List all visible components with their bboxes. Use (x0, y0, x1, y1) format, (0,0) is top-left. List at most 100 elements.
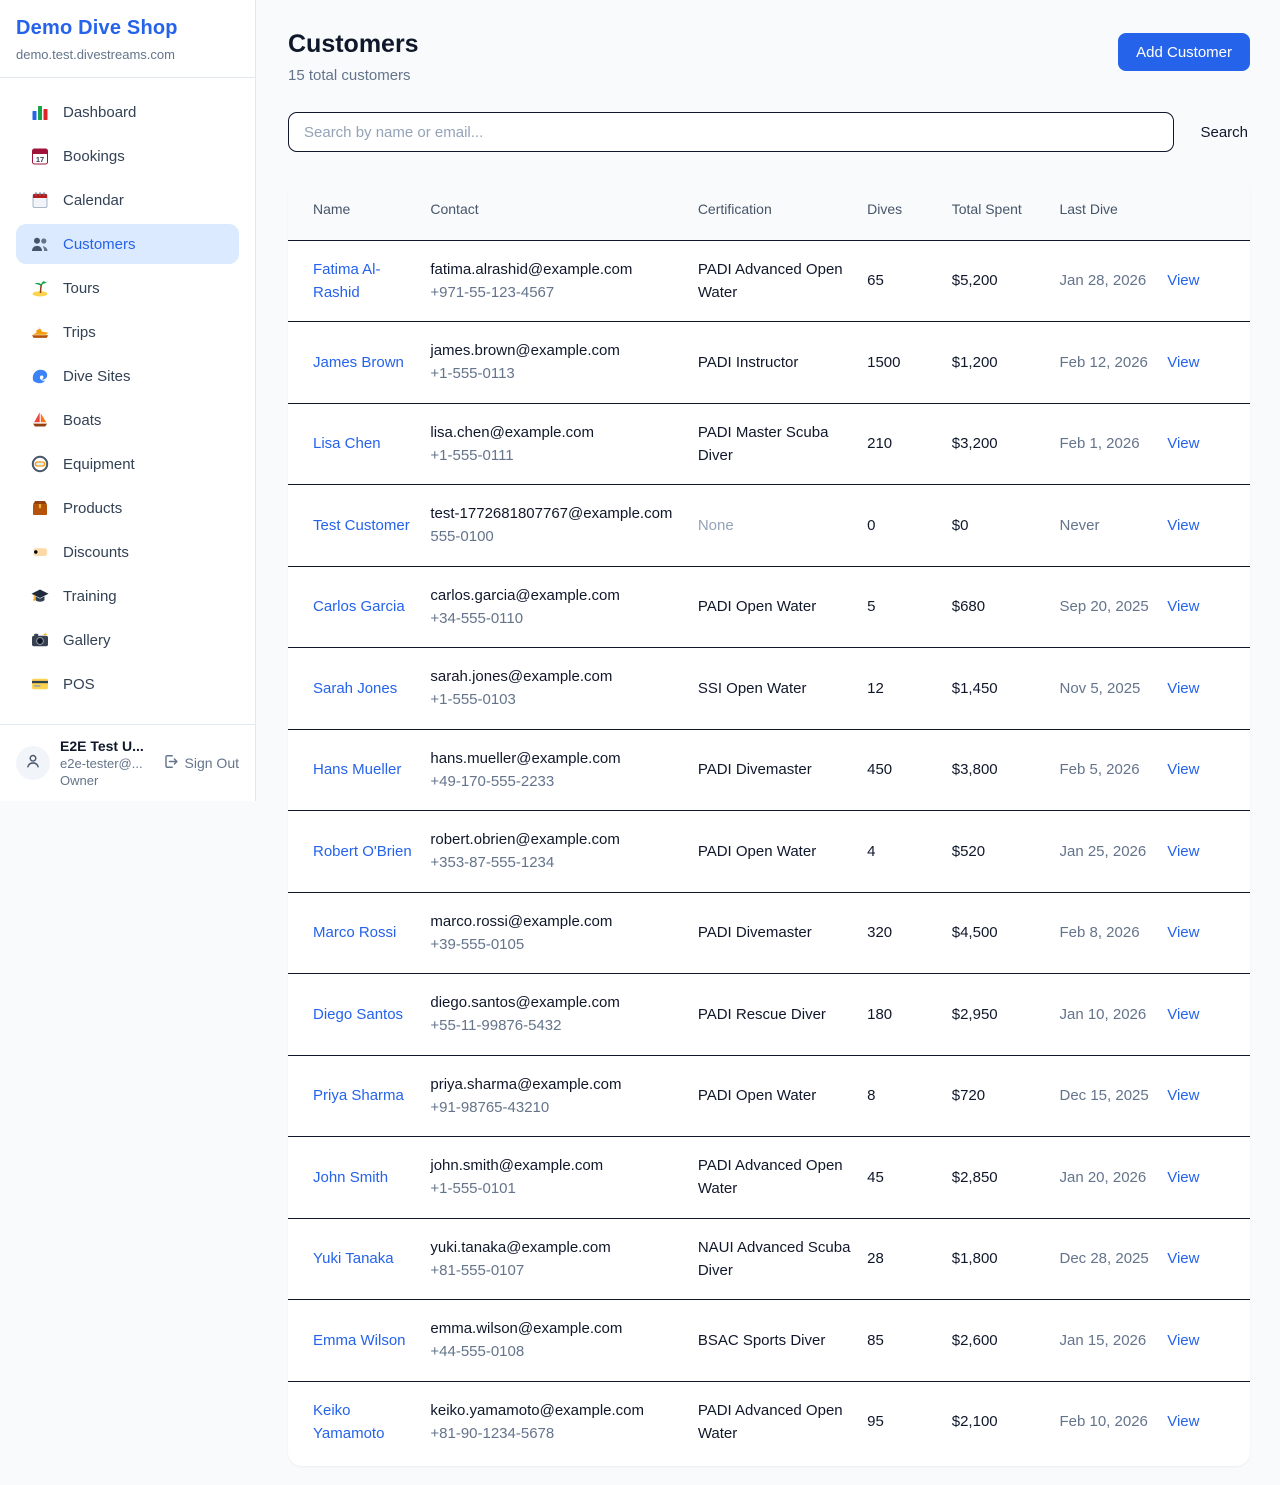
sidebar-item-gallery[interactable]: Gallery (16, 620, 239, 660)
add-customer-button[interactable]: Add Customer (1118, 33, 1250, 71)
sidebar-item-customers[interactable]: Customers (16, 224, 239, 264)
customer-contact-cell: james.brown@example.com+1-555-0113 (430, 322, 697, 404)
customer-contact-cell: priya.sharma@example.com+91-98765-43210 (430, 1055, 697, 1137)
customer-name-link[interactable]: Lisa Chen (313, 435, 381, 452)
customer-certification: PADI Open Water (698, 598, 816, 615)
table-row: Keiko Yamamotokeiko.yamamoto@example.com… (288, 1381, 1250, 1462)
sidebar-item-boats[interactable]: Boats (16, 400, 239, 440)
search-button[interactable]: Search (1198, 118, 1250, 147)
view-link[interactable]: View (1167, 435, 1199, 452)
view-link[interactable]: View (1167, 272, 1199, 289)
customer-name-link[interactable]: Emma Wilson (313, 1332, 406, 1349)
customer-phone: +1-555-0103 (430, 688, 685, 711)
sidebar-item-training[interactable]: Training (16, 576, 239, 616)
customer-name-link[interactable]: Keiko Yamamoto (313, 1402, 384, 1442)
dive-mask-icon (30, 454, 50, 474)
sign-out-button[interactable]: Sign Out (162, 753, 239, 773)
view-link[interactable]: View (1167, 354, 1199, 371)
view-link[interactable]: View (1167, 598, 1199, 615)
customer-dives-cell: 450 (867, 729, 952, 811)
customer-total-spent-cell: $2,950 (952, 974, 1060, 1056)
customer-total-spent-cell: $680 (952, 566, 1060, 648)
search-input[interactable] (288, 112, 1174, 152)
view-link[interactable]: View (1167, 1087, 1199, 1104)
sidebar-item-dashboard[interactable]: Dashboard (16, 92, 239, 132)
customer-view-cell: View (1167, 403, 1250, 485)
customer-certification: PADI Advanced Open Water (698, 261, 843, 301)
customer-last-dive-cell: Nov 5, 2025 (1059, 648, 1167, 730)
customer-dives-cell: 12 (867, 648, 952, 730)
customer-contact-cell: carlos.garcia@example.com+34-555-0110 (430, 566, 697, 648)
customer-phone: +91-98765-43210 (430, 1096, 685, 1119)
customer-last-dive-cell: Feb 8, 2026 (1059, 892, 1167, 974)
sidebar-item-label: Calendar (63, 192, 124, 209)
customer-certification: NAUI Advanced Scuba Diver (698, 1239, 851, 1279)
sidebar-item-equipment[interactable]: Equipment (16, 444, 239, 484)
customer-phone: +971-55-123-4567 (430, 281, 685, 304)
customer-total-spent-cell: $4,500 (952, 892, 1060, 974)
customer-name-link[interactable]: Yuki Tanaka (313, 1250, 394, 1267)
customer-certification-cell: PADI Rescue Diver (698, 974, 867, 1056)
customer-dives-cell: 0 (867, 485, 952, 567)
page-title: Customers (288, 30, 419, 59)
view-link[interactable]: View (1167, 924, 1199, 941)
sidebar-item-trips[interactable]: Trips (16, 312, 239, 352)
customer-name-link[interactable]: Test Customer (313, 517, 410, 534)
sidebar-item-calendar[interactable]: Calendar (16, 180, 239, 220)
customer-name-link[interactable]: Priya Sharma (313, 1087, 404, 1104)
table-row: Marco Rossimarco.rossi@example.com+39-55… (288, 892, 1250, 974)
view-link[interactable]: View (1167, 843, 1199, 860)
customer-total-spent-cell: $0 (952, 485, 1060, 567)
view-link[interactable]: View (1167, 517, 1199, 534)
customer-certification-cell: BSAC Sports Diver (698, 1300, 867, 1382)
customer-name-cell: Hans Mueller (288, 729, 430, 811)
view-link[interactable]: View (1167, 1413, 1199, 1430)
customer-view-cell: View (1167, 1218, 1250, 1300)
column-header-last-dive: Last Dive (1059, 178, 1167, 240)
view-link[interactable]: View (1167, 1332, 1199, 1349)
customer-name-link[interactable]: Carlos Garcia (313, 598, 405, 615)
customer-view-cell: View (1167, 322, 1250, 404)
view-link[interactable]: View (1167, 761, 1199, 778)
sidebar-item-bookings[interactable]: 17Bookings (16, 136, 239, 176)
view-link[interactable]: View (1167, 1169, 1199, 1186)
sidebar-item-discounts[interactable]: Discounts (16, 532, 239, 572)
customer-name-link[interactable]: John Smith (313, 1169, 388, 1186)
customer-certification: SSI Open Water (698, 680, 807, 697)
customer-name-link[interactable]: Robert O'Brien (313, 843, 412, 860)
sign-out-label: Sign Out (185, 755, 239, 771)
table-row: Fatima Al-Rashidfatima.alrashid@example.… (288, 240, 1250, 322)
customer-certification-cell: PADI Open Water (698, 1055, 867, 1137)
view-link[interactable]: View (1167, 1006, 1199, 1023)
customer-contact-cell: robert.obrien@example.com+353-87-555-123… (430, 811, 697, 893)
customer-last-dive-cell: Jan 20, 2026 (1059, 1137, 1167, 1219)
customer-name-link[interactable]: Diego Santos (313, 1006, 403, 1023)
sidebar-item-dive-sites[interactable]: Dive Sites (16, 356, 239, 396)
user-role: Owner (60, 773, 144, 788)
customer-view-cell: View (1167, 892, 1250, 974)
customer-name-link[interactable]: Sarah Jones (313, 680, 397, 697)
customer-last-dive-cell: Feb 1, 2026 (1059, 403, 1167, 485)
customer-email: yuki.tanaka@example.com (430, 1236, 685, 1259)
customer-dives-cell: 95 (867, 1381, 952, 1462)
customer-name-link[interactable]: Hans Mueller (313, 761, 401, 778)
customer-contact-cell: sarah.jones@example.com+1-555-0103 (430, 648, 697, 730)
customer-phone: +81-90-1234-5678 (430, 1422, 685, 1445)
sidebar-item-products[interactable]: Products (16, 488, 239, 528)
customer-name-link[interactable]: Fatima Al-Rashid (313, 261, 381, 301)
tag-icon (30, 542, 50, 562)
customer-name-link[interactable]: James Brown (313, 354, 404, 371)
table-body: Fatima Al-Rashidfatima.alrashid@example.… (288, 240, 1250, 1462)
customer-email: hans.mueller@example.com (430, 747, 685, 770)
customer-name-link[interactable]: Marco Rossi (313, 924, 396, 941)
sidebar-item-pos[interactable]: POS (16, 664, 239, 704)
view-link[interactable]: View (1167, 1250, 1199, 1267)
customer-view-cell: View (1167, 566, 1250, 648)
customer-view-cell: View (1167, 485, 1250, 567)
customers-table-card: NameContactCertificationDivesTotal Spent… (288, 178, 1250, 1466)
sidebar-user-footer: E2E Test U... e2e-tester@... Owner Sign … (0, 724, 255, 801)
table-row: Yuki Tanakayuki.tanaka@example.com+81-55… (288, 1218, 1250, 1300)
customer-view-cell: View (1167, 1055, 1250, 1137)
view-link[interactable]: View (1167, 680, 1199, 697)
sidebar-item-tours[interactable]: Tours (16, 268, 239, 308)
